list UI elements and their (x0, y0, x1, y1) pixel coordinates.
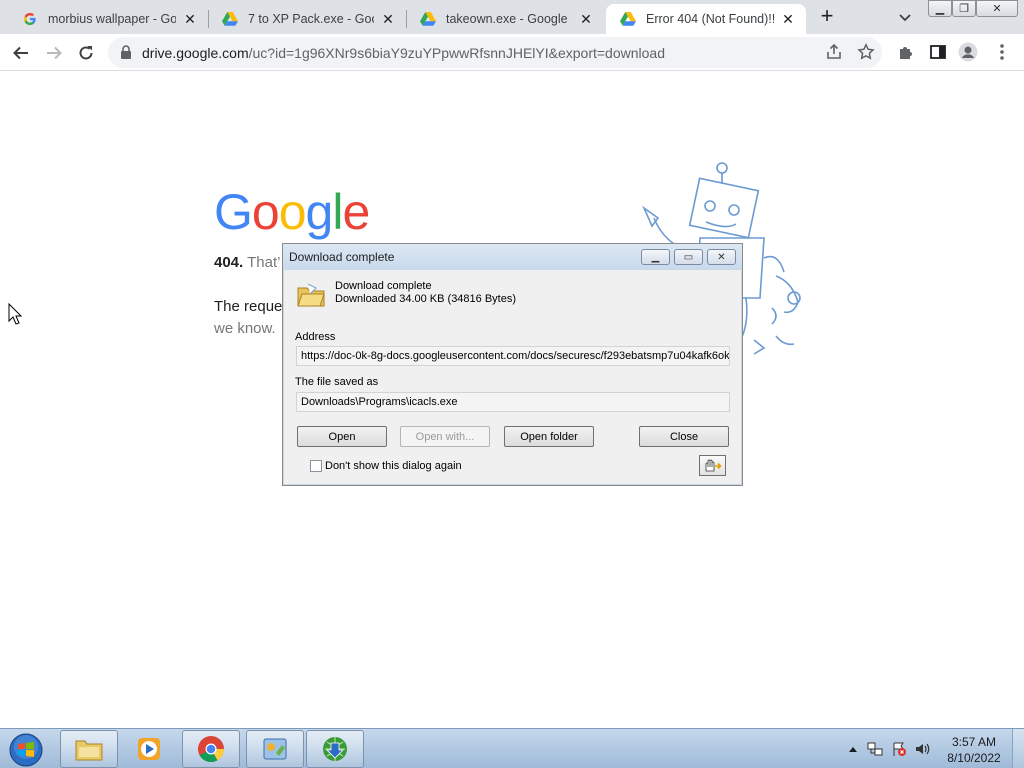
bookmark-star-icon[interactable] (856, 42, 876, 62)
clock-date[interactable]: 8/10/2022 (944, 751, 1004, 765)
tab-title: Error 404 (Not Found)!!1 (646, 12, 774, 26)
taskbar-control-panel[interactable] (246, 730, 304, 768)
dialog-close-icon[interactable]: ✕ (707, 249, 736, 265)
lock-icon[interactable] (120, 45, 134, 59)
new-tab-icon[interactable]: + (816, 5, 838, 28)
browser-toolbar: drive.google.com/uc?id=1g96XNr9s6biaY9zu… (0, 34, 1024, 71)
error-rest: That’ (247, 254, 281, 271)
address-path: /uc?id=1g96XNr9s6biaY9zuYPpwwRfsnnJHElYI… (248, 45, 665, 61)
error-heading: 404. That’ (214, 254, 280, 271)
close-icon[interactable]: ✕ (780, 11, 796, 27)
error-description: The reque (214, 298, 283, 315)
address-bar[interactable]: drive.google.com/uc?id=1g96XNr9s6biaY9zu… (108, 37, 882, 68)
close-icon[interactable]: ✕ (578, 11, 594, 27)
taskbar-chrome[interactable] (182, 730, 240, 768)
download-size: Downloaded 34.00 KB (34816 Bytes) (335, 293, 517, 305)
google-drive-icon (620, 11, 636, 27)
taskbar-internet-download-manager[interactable] (306, 730, 364, 768)
drag-hand-icon[interactable] (699, 455, 726, 476)
tab-takeown[interactable]: takeown.exe - Google Dri ✕ (406, 4, 604, 34)
media-player-icon (138, 738, 160, 760)
logo-letter: g (305, 184, 334, 240)
mouse-pointer-icon (8, 303, 22, 325)
back-icon[interactable] (9, 41, 33, 65)
tab-7-to-xp-pack[interactable]: 7 to XP Pack.exe - Google ✕ (208, 4, 406, 34)
download-address-field[interactable]: https://doc-0k-8g-docs.googleusercontent… (296, 346, 730, 366)
saved-as-label: The file saved as (295, 376, 379, 388)
tab-title: takeown.exe - Google Dri (446, 12, 572, 26)
reload-icon[interactable] (74, 41, 98, 65)
tab-morbius-wallpaper[interactable]: morbius wallpaper - Goo ✕ (8, 4, 208, 34)
share-icon[interactable] (824, 42, 844, 62)
dialog-minimize-icon[interactable]: ▁ (641, 249, 670, 265)
open-folder-button[interactable]: Open folder (504, 426, 594, 447)
google-drive-icon (222, 11, 238, 27)
forward-icon[interactable] (42, 41, 66, 65)
extensions-puzzle-icon[interactable] (896, 42, 916, 62)
logo-letter: l (332, 184, 343, 240)
volume-icon[interactable] (914, 741, 930, 757)
close-icon[interactable]: ✕ (380, 11, 396, 27)
folder-icon (75, 740, 103, 761)
download-complete-dialog: Download complete ▁ ▭ ✕ Download complet… (282, 243, 743, 486)
error-code: 404. (214, 254, 244, 271)
clock-time[interactable]: 3:57 AM (944, 735, 1004, 749)
tab-title: 7 to XP Pack.exe - Google (248, 12, 374, 26)
address-url: drive.google.com/uc?id=1g96XNr9s6biaY9zu… (142, 45, 665, 61)
show-desktop-button[interactable] (1012, 729, 1024, 768)
tab-title: morbius wallpaper - Goo (48, 12, 176, 26)
saved-path-field[interactable]: Downloads\Programs\icacls.exe (296, 392, 730, 412)
error-description-end: we know. (214, 320, 276, 337)
window-close-icon[interactable]: ✕ (976, 0, 1018, 17)
open-with-button[interactable]: Open with... (400, 426, 490, 447)
dont-show-checkbox[interactable] (310, 460, 322, 472)
dialog-title: Download complete (289, 250, 395, 264)
taskbar-explorer[interactable] (60, 730, 118, 768)
dialog-titlebar[interactable]: Download complete ▁ ▭ ✕ (283, 244, 742, 270)
taskbar: 3:57 AM 8/10/2022 (0, 728, 1024, 768)
open-button[interactable]: Open (297, 426, 387, 447)
profile-avatar-icon[interactable] (958, 42, 978, 62)
restore-icon[interactable]: ❐ (952, 0, 976, 17)
start-orb-icon[interactable] (6, 732, 46, 768)
google-logo: Google (214, 183, 370, 241)
address-label: Address (295, 331, 336, 343)
taskbar-media-player[interactable] (120, 730, 178, 768)
open-folder-icon (297, 283, 325, 307)
google-drive-icon (420, 11, 436, 27)
tab-error-404[interactable]: Error 404 (Not Found)!!1 ✕ (606, 4, 806, 34)
logo-letter: G (214, 184, 253, 240)
close-icon[interactable]: ✕ (182, 11, 198, 27)
download-manager-icon (323, 737, 347, 761)
side-panel-icon[interactable] (928, 42, 948, 62)
minimize-icon[interactable]: ▁ (928, 0, 952, 17)
menu-kebab-icon[interactable] (992, 42, 1012, 62)
close-button[interactable]: Close (639, 426, 729, 447)
network-icon[interactable] (867, 741, 883, 757)
chevron-down-icon[interactable] (896, 8, 914, 26)
google-g-icon (22, 11, 38, 27)
control-panel-icon (263, 738, 287, 760)
logo-letter: o (278, 184, 307, 240)
logo-letter: e (342, 184, 370, 240)
show-hidden-icons-icon[interactable] (845, 741, 861, 757)
address-domain: drive.google.com (142, 45, 249, 61)
dialog-heading: Download complete (335, 280, 432, 292)
action-center-flag-icon[interactable] (891, 741, 907, 757)
dialog-maximize-icon[interactable]: ▭ (674, 249, 703, 265)
tab-strip: morbius wallpaper - Goo ✕ 7 to XP Pack.e… (0, 0, 1024, 34)
logo-letter: o (251, 184, 280, 240)
chrome-icon (198, 736, 225, 763)
dont-show-label[interactable]: Don't show this dialog again (325, 460, 462, 472)
